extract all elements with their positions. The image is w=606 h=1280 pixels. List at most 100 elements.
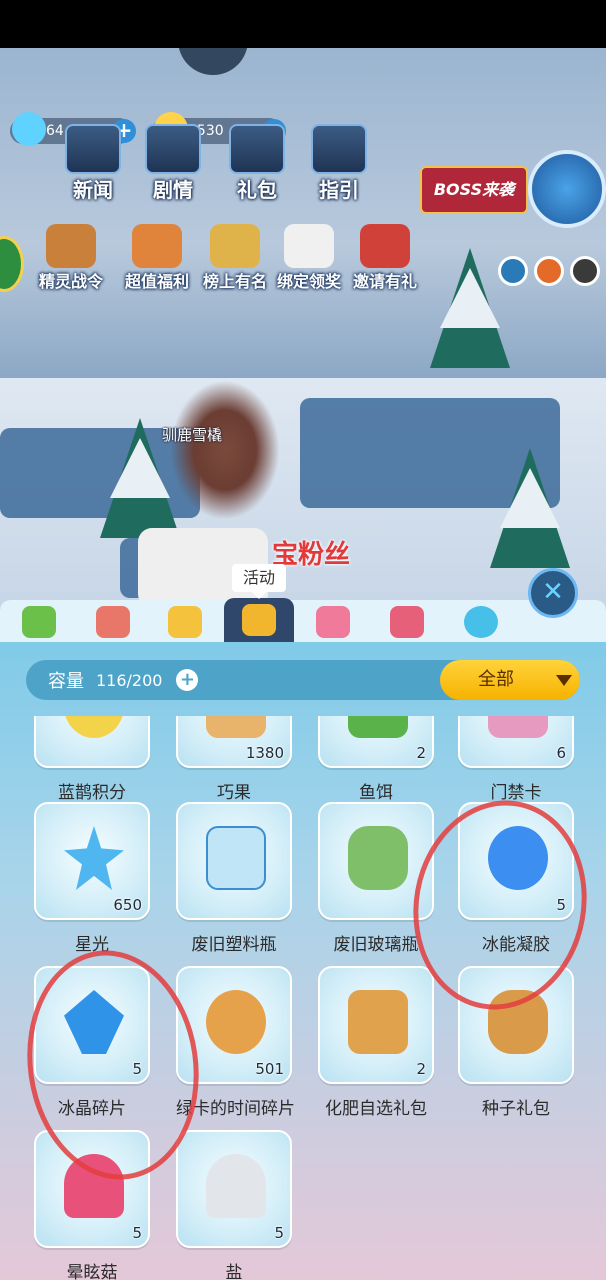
item-count: 2 xyxy=(416,744,426,762)
tab-battery[interactable] xyxy=(4,600,74,642)
ice-crystal-icon xyxy=(64,990,124,1054)
item-name: 晕眩菇 xyxy=(66,1263,118,1280)
reindeer-sleigh-character[interactable] xyxy=(170,380,280,520)
item-count: 5 xyxy=(132,1224,142,1242)
salt-pile-icon xyxy=(206,1154,266,1218)
mushroom-icon xyxy=(64,1154,124,1218)
battery-icon xyxy=(22,606,56,638)
tab-eggs[interactable] xyxy=(446,600,516,642)
giftbox-icon xyxy=(132,224,182,268)
furniture-icon xyxy=(96,606,130,638)
item-name: 门禁卡 xyxy=(490,783,542,803)
list-item[interactable]: 废旧玻璃瓶 xyxy=(318,802,434,955)
bluebird-token-icon xyxy=(64,716,124,738)
bait-icon xyxy=(348,716,408,738)
tab-clothes[interactable] xyxy=(298,600,368,642)
tab-pets[interactable] xyxy=(372,600,442,642)
sound-icon[interactable] xyxy=(498,256,528,286)
item-name: 绿卡的时间碎片 xyxy=(176,1099,295,1119)
mute-icon[interactable] xyxy=(534,256,564,286)
list-item[interactable]: 2 鱼饵 xyxy=(318,716,434,803)
list-item[interactable]: 1380 巧果 xyxy=(176,716,292,803)
item-card: 5 xyxy=(34,1130,150,1248)
tab-activity[interactable] xyxy=(224,598,294,642)
avatar-top[interactable] xyxy=(178,48,248,75)
map-icon[interactable] xyxy=(528,150,606,228)
glass-bottle-icon xyxy=(348,826,408,890)
item-name: 鱼饵 xyxy=(359,783,393,803)
list-item[interactable]: 5 冰能凝胶 xyxy=(458,802,574,955)
item-card xyxy=(34,716,150,768)
news-button[interactable]: 新闻 xyxy=(58,124,128,208)
filter-label: 全部 xyxy=(478,669,514,690)
battle-pass-label: 精灵战令 xyxy=(38,272,103,291)
item-card: 1380 xyxy=(176,716,292,768)
list-item[interactable]: 6 门禁卡 xyxy=(458,716,574,803)
item-name: 废旧玻璃瓶 xyxy=(333,935,419,955)
item-count: 5 xyxy=(556,896,566,914)
expand-capacity-button[interactable]: + xyxy=(176,669,199,691)
item-name: 盐 xyxy=(225,1263,243,1280)
battle-pass-button[interactable]: 精灵战令 xyxy=(26,224,116,294)
item-card: 6 xyxy=(458,716,574,768)
item-card xyxy=(318,802,434,920)
trophy-icon xyxy=(46,224,96,268)
seed-sack-icon xyxy=(488,990,548,1054)
list-item[interactable]: 5 晕眩菇 xyxy=(34,1130,150,1280)
gift-icon xyxy=(229,124,285,174)
list-item[interactable]: 650 星光 xyxy=(34,802,150,955)
guide-label: 指引 xyxy=(319,178,359,202)
list-item[interactable]: 废旧塑料瓶 xyxy=(176,802,292,955)
boss-banner[interactable]: BOSS来袭 xyxy=(420,166,528,214)
guide-icon xyxy=(311,124,367,174)
category-filter-dropdown[interactable]: 全部 xyxy=(440,660,580,700)
item-card: 5 xyxy=(458,802,574,920)
close-icon[interactable]: ✕ xyxy=(528,568,578,618)
capacity-label: 容量 xyxy=(48,671,84,692)
item-card: 2 xyxy=(318,716,434,768)
item-count: 1380 xyxy=(245,744,284,762)
egg-icon xyxy=(464,606,498,638)
star-wand-icon xyxy=(168,606,202,638)
tab-toys[interactable] xyxy=(150,600,220,642)
story-button[interactable]: 剧情 xyxy=(138,124,208,208)
benefits-button[interactable]: 超值福利 xyxy=(112,224,202,294)
gift-pack-button[interactable]: 礼包 xyxy=(222,124,292,208)
item-name: 种子礼包 xyxy=(482,1099,550,1119)
status-bar xyxy=(0,0,606,48)
tab-furniture[interactable] xyxy=(78,600,148,642)
list-item[interactable]: 种子礼包 xyxy=(458,966,574,1119)
list-item[interactable]: 5 冰晶碎片 xyxy=(34,966,150,1119)
benefits-label: 超值福利 xyxy=(124,272,189,291)
item-count: 5 xyxy=(274,1224,284,1242)
list-item[interactable]: 蓝鹊积分 xyxy=(34,716,150,803)
water-bottle-icon xyxy=(206,826,266,890)
item-name: 冰能凝胶 xyxy=(482,935,550,955)
access-card-icon xyxy=(488,716,548,738)
list-item[interactable]: 501 绿卡的时间碎片 xyxy=(176,966,295,1119)
pocket-watch-icon xyxy=(206,990,266,1054)
list-item[interactable]: 2 化肥自选礼包 xyxy=(318,966,434,1119)
item-count: 2 xyxy=(416,1060,426,1078)
ice-gel-icon xyxy=(488,826,548,890)
item-card: 5 xyxy=(34,966,150,1084)
item-card xyxy=(176,802,292,920)
list-item[interactable]: 5 盐 xyxy=(176,1130,292,1280)
item-name: 星光 xyxy=(75,935,109,955)
item-name: 废旧塑料瓶 xyxy=(191,935,277,955)
panda-icon xyxy=(284,224,334,268)
star-crystal-icon xyxy=(64,826,124,890)
item-count: 650 xyxy=(113,896,142,914)
envelope-icon xyxy=(360,224,410,268)
invite-button[interactable]: 邀请有礼 xyxy=(340,224,430,294)
heart-gem-icon xyxy=(12,112,46,146)
exit-icon[interactable] xyxy=(570,256,600,286)
item-count: 6 xyxy=(556,744,566,762)
guide-button[interactable]: 指引 xyxy=(304,124,374,208)
tab-tooltip: 活动 xyxy=(232,564,286,599)
item-grid: 蓝鹊积分 1380 巧果 2 鱼饵 6 门禁卡 650 星光 废旧塑料瓶 废旧玻… xyxy=(0,716,606,1280)
rocking-horse-icon xyxy=(390,606,424,638)
medal-icon xyxy=(210,224,260,268)
tv-icon xyxy=(65,124,121,174)
gift-pack-label: 礼包 xyxy=(237,178,277,202)
